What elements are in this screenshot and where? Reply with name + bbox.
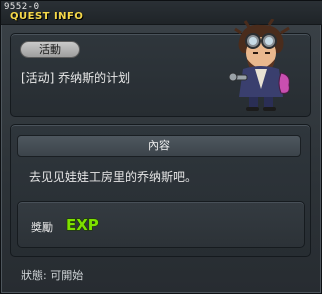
quest-info-window: 9552-0 QUEST INFO 活動 [活动] 乔纳斯的计划 內容 去见见娃 — [0, 0, 322, 294]
window-title: QUEST INFO — [10, 11, 84, 22]
quest-status: 狀態: 可開始 — [21, 269, 84, 282]
quest-category-tag: 活動 — [20, 41, 80, 58]
quest-name: [活动] 乔纳斯的计划 — [21, 71, 131, 85]
content-header: 內容 — [17, 135, 301, 157]
npc-jonas-portrait-icon — [229, 19, 290, 111]
reward-box — [17, 201, 305, 248]
reward-label: 獎勵 — [31, 221, 53, 234]
quest-description: 去见见娃娃工房里的乔纳斯吧。 — [29, 170, 198, 184]
svg-text:EXP: EXP — [66, 216, 99, 234]
exp-icon: EXP — [65, 215, 99, 234]
